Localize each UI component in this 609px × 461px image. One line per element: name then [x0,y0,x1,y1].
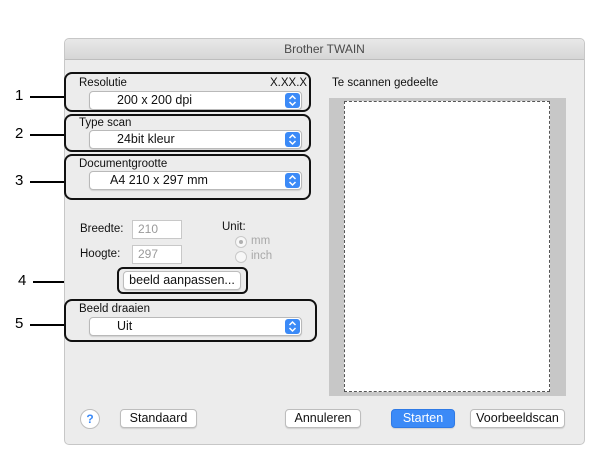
popup-arrows-icon [285,173,300,188]
rotate-select[interactable]: Uit [89,317,302,336]
scan-area[interactable] [329,98,566,396]
width-label: Breedte: [80,223,124,235]
callout-2-line [30,134,64,136]
adjust-image-button[interactable]: beeld aanpassen... [123,271,241,290]
help-icon[interactable]: ? [80,409,100,429]
unit-mm-radio[interactable] [235,236,247,248]
popup-arrows-icon [285,93,300,108]
rotate-value: Uit [117,319,133,333]
popup-arrows-icon [285,319,300,334]
scan-type-value: 24bit kleur [117,132,175,146]
prescan-button[interactable]: Voorbeeldscan [470,409,565,428]
callout-2: 2 [15,125,24,142]
height-field[interactable]: 297 [132,245,182,264]
cancel-button[interactable]: Annuleren [285,409,361,428]
document-size-label: Documentgrootte [79,158,168,170]
scan-paper-preview[interactable] [344,101,550,392]
radio-selected-dot [239,240,243,244]
unit-label: Unit: [222,221,246,233]
resolution-value: 200 x 200 dpi [117,93,193,107]
preview-label: Te scannen gedeelte [332,77,439,89]
rotate-label: Beeld draaien [79,303,150,315]
scan-type-select[interactable]: 24bit kleur [89,130,302,149]
callout-1: 1 [15,87,24,104]
resolution-label: Resolutie [79,77,127,89]
callout-5: 5 [15,315,24,332]
unit-inch-radio[interactable] [235,251,247,263]
document-size-select[interactable]: A4 210 x 297 mm [89,171,302,190]
default-button[interactable]: Standaard [120,409,197,428]
document-size-value: A4 210 x 297 mm [110,173,208,187]
popup-arrows-icon [285,132,300,147]
callout-3-line [30,181,64,183]
unit-mm-label: mm [251,235,271,247]
height-label: Hoogte: [80,248,121,260]
start-button[interactable]: Starten [391,409,455,428]
callout-4: 4 [18,272,27,289]
unit-inch-label: inch [251,250,273,262]
resolution-select[interactable]: 200 x 200 dpi [89,91,302,110]
callout-1-line [30,96,64,98]
width-field[interactable]: 210 [132,220,182,239]
scan-type-label: Type scan [79,117,132,129]
callout-5-line [30,324,64,326]
window-title: Brother TWAIN [65,39,584,60]
callout-3: 3 [15,172,24,189]
version-label: X.XX.X [270,77,308,89]
